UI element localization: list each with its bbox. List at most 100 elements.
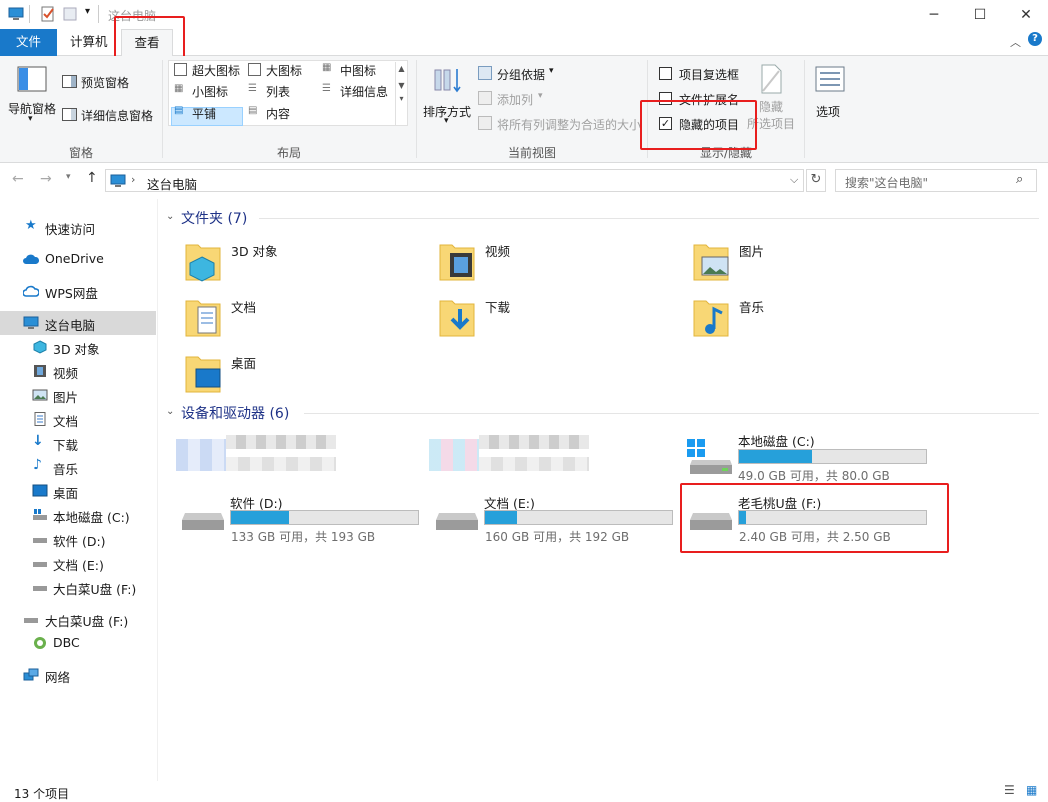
recent-locations-icon[interactable]: ▾ (66, 172, 71, 182)
collapse-chevron-icon[interactable]: ⌄ (166, 406, 174, 417)
tab-file[interactable]: 文件 (0, 29, 57, 56)
collapse-chevron-icon[interactable]: ⌄ (166, 211, 174, 222)
folder-tile-3d-objects[interactable]: 3D 对象 (184, 237, 414, 285)
blurred-icon (176, 439, 226, 471)
item-checkboxes-checkbox[interactable] (659, 67, 672, 80)
options-button[interactable]: 选项 (810, 60, 852, 132)
back-arrow-icon[interactable]: ← (12, 171, 24, 187)
blurred-drive-tile[interactable] (429, 435, 589, 475)
refresh-button[interactable]: ↻ (806, 169, 826, 192)
nav-label: 文档 (E:) (53, 558, 104, 573)
folder-label: 文档 (231, 300, 257, 315)
nav-pane-button[interactable]: 导航窗格 ▾ (3, 60, 60, 130)
properties-icon[interactable] (40, 6, 56, 22)
add-columns-button[interactable]: 添加列 ▾ (478, 89, 558, 109)
folder-tile-desktop[interactable]: 桌面 (184, 349, 414, 397)
layout-details[interactable]: 详细信息 (340, 83, 388, 100)
medium-icons-icon: ▦ (322, 62, 332, 73)
breadcrumb-separator-icon[interactable]: › (131, 173, 135, 186)
sort-by-button[interactable]: 排序方式 ▾ (420, 60, 475, 132)
nav-item-videos[interactable]: 视频 (0, 359, 156, 383)
preview-pane-button[interactable]: 预览窗格 (62, 72, 137, 92)
nav-item-downloads[interactable]: ↓ 下载 (0, 431, 156, 455)
layout-small[interactable]: 小图标 (192, 83, 228, 100)
drive-icon (436, 513, 478, 530)
layout-tiles[interactable]: 平铺 (192, 105, 216, 122)
collapse-ribbon-icon[interactable]: ︿ (1010, 34, 1021, 50)
layout-extra-large[interactable]: 超大图标 (192, 62, 240, 79)
folder-tile-videos[interactable]: 视频 (438, 237, 668, 285)
drive-tile-d[interactable]: 软件 (D:) 133 GB 可用，共 193 GB (176, 491, 426, 547)
scroll-down-icon[interactable]: ▼ (396, 81, 407, 90)
minimize-button[interactable]: ─ (911, 0, 957, 29)
nav-item-pictures[interactable]: 图片 (0, 383, 156, 407)
folder-tile-downloads[interactable]: 下载 (438, 293, 668, 341)
search-icon[interactable]: ⌕ (1016, 172, 1023, 187)
address-row: ← → ▾ ↑ › 这台电脑 ⌵ ↻ 搜索"这台电脑" ⌕ (0, 163, 1048, 199)
blurred-drive-tile[interactable] (176, 435, 336, 475)
layout-content[interactable]: 内容 (266, 105, 290, 122)
nav-item-usb-f-sub[interactable]: 大白菜U盘 (F:) (0, 575, 156, 599)
nav-item-usb-f[interactable]: 大白菜U盘 (F:) (0, 607, 156, 631)
folder-tile-documents[interactable]: 文档 (184, 293, 414, 341)
drive-icon (33, 562, 47, 567)
nav-item-dbc[interactable]: DBC (0, 631, 156, 655)
address-dropdown-icon[interactable]: ⌵ (790, 173, 798, 187)
folder-tile-pictures[interactable]: 图片 (692, 237, 922, 285)
close-button[interactable]: ✕ (1003, 0, 1048, 29)
customize-quick-access-icon[interactable]: ▾ (85, 6, 90, 17)
nav-label: 音乐 (53, 462, 79, 477)
search-input[interactable]: 搜索"这台电脑" (845, 174, 928, 191)
layout-large[interactable]: 大图标 (266, 62, 302, 79)
maximize-button[interactable]: ☐ (957, 0, 1003, 29)
tab-computer[interactable]: 计算机 (60, 29, 118, 56)
nav-item-doc-e[interactable]: 文档 (E:) (0, 551, 156, 575)
nav-item-documents[interactable]: 文档 (0, 407, 156, 431)
section-header-drives[interactable]: 设备和驱动器 (6) (181, 403, 289, 423)
group-by-button[interactable]: 分组依据 ▾ (478, 64, 558, 84)
drive-tile-c[interactable]: 本地磁盘 (C:) 49.0 GB 可用，共 80.0 GB (684, 429, 934, 485)
folder-tile-music[interactable]: 音乐 (692, 293, 922, 341)
new-folder-icon[interactable] (62, 6, 78, 22)
layout-scrollbar[interactable]: ▲ ▼ ▾ (395, 62, 407, 125)
drive-tile-e[interactable]: 文档 (E:) 160 GB 可用，共 192 GB (430, 491, 680, 547)
layout-medium[interactable]: 中图标 (340, 62, 376, 79)
details-view-icon[interactable]: ☰ (1004, 783, 1015, 797)
nav-item-wps[interactable]: WPS网盘 (0, 279, 156, 303)
nav-item-quick-access[interactable]: ★ 快速访问 (0, 215, 156, 239)
nav-item-soft-d[interactable]: 软件 (D:) (0, 527, 156, 551)
help-icon[interactable]: ? (1028, 32, 1042, 46)
search-box[interactable]: 搜索"这台电脑" ⌕ (835, 169, 1037, 192)
address-bar[interactable]: › 这台电脑 ⌵ (105, 169, 804, 192)
fit-columns-button[interactable]: 将所有列调整为合适的大小 (478, 114, 641, 134)
nav-label: WPS网盘 (45, 286, 98, 301)
details-pane-button[interactable]: 详细信息窗格 (62, 105, 157, 125)
up-arrow-icon[interactable]: ↑ (86, 170, 98, 186)
nav-item-this-pc[interactable]: 这台电脑 (0, 311, 156, 335)
hide-selected-icon (761, 64, 782, 94)
drive-free-space: 160 GB 可用，共 192 GB (485, 530, 630, 544)
nav-item-network[interactable]: 网络 (0, 663, 156, 687)
nav-item-music[interactable]: ♪ 音乐 (0, 455, 156, 479)
video-folder-icon (439, 244, 475, 281)
nav-label: 快速访问 (45, 222, 96, 237)
expand-gallery-icon[interactable]: ▾ (396, 94, 407, 103)
forward-arrow-icon[interactable]: → (40, 171, 52, 187)
large-icons-view-icon[interactable]: ▦ (1026, 783, 1037, 797)
drive-free-space: 133 GB 可用，共 193 GB (231, 530, 376, 544)
nav-item-3d-objects[interactable]: 3D 对象 (0, 335, 156, 359)
nav-item-local-c[interactable]: 本地磁盘 (C:) (0, 503, 156, 527)
details-icon: ☰ (322, 83, 331, 94)
item-checkboxes-label[interactable]: 项目复选框 (679, 66, 739, 83)
breadcrumb-this-pc[interactable]: 这台电脑 (147, 174, 197, 193)
layout-list[interactable]: 列表 (266, 83, 290, 100)
download-folder-icon (439, 300, 475, 337)
nav-item-desktop[interactable]: 桌面 (0, 479, 156, 503)
section-header-folders[interactable]: 文件夹 (7) (181, 208, 247, 228)
usb-drive-icon (24, 618, 38, 623)
folder-label: 3D 对象 (231, 244, 278, 259)
folder-label: 下载 (485, 300, 511, 315)
scroll-up-icon[interactable]: ▲ (396, 64, 407, 73)
nav-item-onedrive[interactable]: OneDrive (0, 247, 156, 271)
cube-folder-icon (185, 244, 221, 282)
